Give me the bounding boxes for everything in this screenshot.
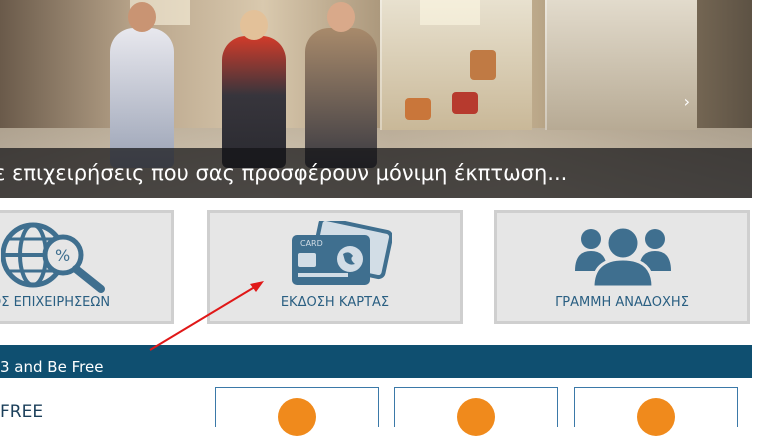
- hero-bag: [452, 92, 478, 114]
- person-icon: [637, 398, 675, 436]
- hero-ceiling-light: [420, 0, 480, 25]
- people-group-icon: [573, 223, 673, 293]
- card-text: CARD: [300, 239, 323, 248]
- hero-person: [110, 2, 174, 168]
- tile-label: ΟΣ ΕΠΙΧΕΙΡΗΣΕΩΝ: [0, 295, 111, 310]
- person-icon: [278, 398, 316, 436]
- credit-card-icon: CARD: [288, 216, 394, 295]
- hero-bag: [405, 98, 431, 120]
- feature-card[interactable]: [574, 387, 738, 436]
- feature-card[interactable]: [394, 387, 558, 436]
- hero-banner[interactable]: › ε επιχειρήσεις που σας προσφέρουν μόνι…: [0, 0, 752, 198]
- hero-shop-window: [545, 0, 697, 130]
- section-title: FREE: [0, 402, 44, 422]
- promo-bar-text: 3 and Be Free: [0, 358, 104, 376]
- svg-text:%: %: [55, 246, 70, 265]
- globe-search-icon: %: [0, 217, 111, 301]
- tile-business-search[interactable]: % ΟΣ ΕΠΙΧΕΙΡΗΣΕΩΝ: [0, 210, 174, 324]
- hero-person: [305, 2, 377, 168]
- promo-bar: 3 and Be Free: [0, 345, 752, 378]
- hero-bag: [470, 50, 496, 80]
- feature-card[interactable]: [215, 387, 379, 436]
- tile-label: ΓΡΑΜΜΗ ΑΝΑΔΟΧΗΣ: [555, 295, 689, 310]
- tile-card-issue[interactable]: CARD ΕΚΔΟΣΗ ΚΑΡΤΑΣ: [207, 210, 463, 324]
- person-icon: [457, 398, 495, 436]
- slider-next-arrow[interactable]: ›: [684, 92, 690, 111]
- tile-label: ΕΚΔΟΣΗ ΚΑΡΤΑΣ: [280, 295, 390, 310]
- hero-caption[interactable]: ε επιχειρήσεις που σας προσφέρουν μόνιμη…: [0, 148, 752, 198]
- tile-hotline[interactable]: ΓΡΑΜΜΗ ΑΝΑΔΟΧΗΣ: [494, 210, 750, 324]
